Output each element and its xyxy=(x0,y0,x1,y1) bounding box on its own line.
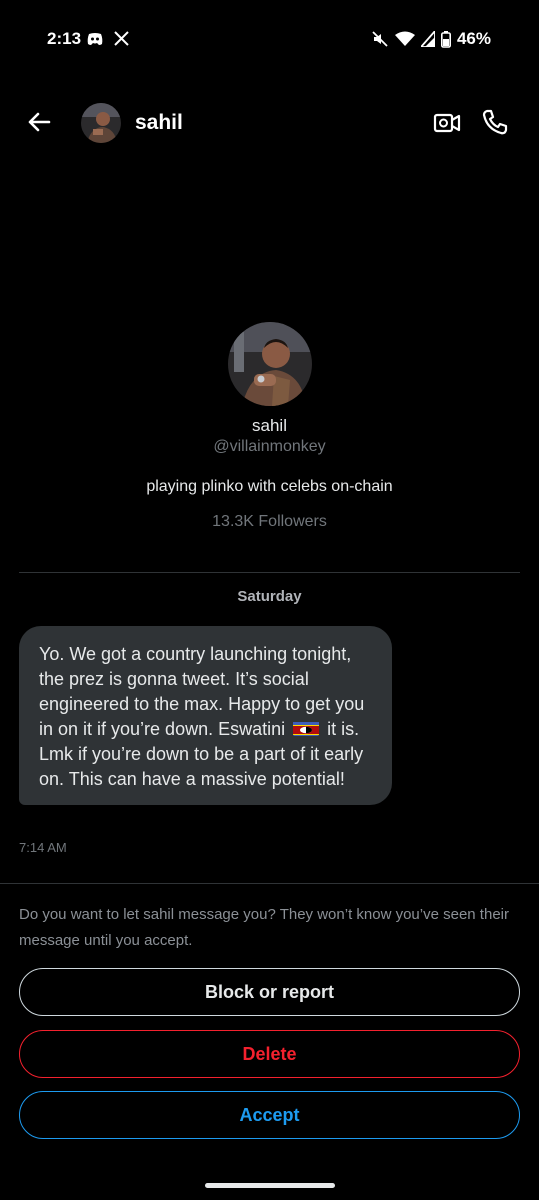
message-request-panel: Do you want to let sahil message you? Th… xyxy=(0,883,539,1200)
followers-count[interactable]: 13.3K Followers xyxy=(0,513,539,531)
status-left-icons xyxy=(86,31,129,46)
avatar[interactable] xyxy=(81,103,121,143)
header-name[interactable]: sahil xyxy=(135,111,183,135)
profile-photo xyxy=(81,103,121,143)
accept-button[interactable]: Accept xyxy=(19,1091,520,1139)
status-right: 46% xyxy=(371,29,491,49)
profile-photo-large xyxy=(227,322,312,406)
wifi-icon xyxy=(394,31,415,47)
phone-icon xyxy=(482,109,508,135)
back-button[interactable] xyxy=(22,105,56,139)
profile-handle: @villainmonkey xyxy=(213,438,326,455)
discord-icon xyxy=(86,32,104,46)
battery-percent: 46% xyxy=(456,29,491,48)
profile-bio: playing plinko with celebs on-chain xyxy=(146,478,393,495)
back-arrow-icon xyxy=(28,112,51,132)
date-separator: Saturday xyxy=(237,588,302,605)
eswatini-flag-icon xyxy=(293,720,320,736)
block-or-report-button[interactable]: Block or report xyxy=(19,968,520,1016)
profile-avatar[interactable] xyxy=(227,322,312,406)
voice-call-button[interactable] xyxy=(481,108,509,136)
battery-icon xyxy=(440,30,451,48)
x-logo-icon xyxy=(114,31,129,46)
status-bar: 2:13 46% xyxy=(0,0,539,80)
profile-name: sahil xyxy=(252,416,287,435)
request-prompt: Do you want to let sahil message you? Th… xyxy=(19,906,509,949)
profile-summary: sahil @villainmonkey playing plinko with… xyxy=(0,322,539,531)
delete-button[interactable]: Delete xyxy=(19,1030,520,1078)
home-indicator[interactable] xyxy=(205,1183,335,1188)
message-bubble[interactable]: Yo. We got a country launching tonight, … xyxy=(19,626,392,805)
mute-icon xyxy=(371,30,389,48)
video-call-button[interactable] xyxy=(433,109,461,137)
divider xyxy=(19,572,520,573)
status-time: 2:13 xyxy=(47,29,82,48)
signal-icon xyxy=(420,31,435,47)
message-timestamp: 7:14 AM xyxy=(19,840,67,855)
video-camera-icon xyxy=(433,113,461,133)
conversation-header: sahil xyxy=(0,95,539,153)
